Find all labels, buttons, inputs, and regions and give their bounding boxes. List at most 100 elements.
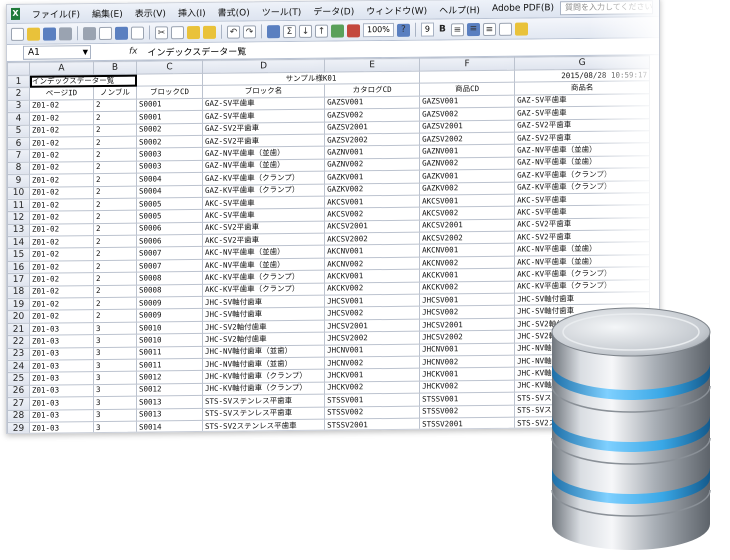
select-all-corner[interactable] xyxy=(7,62,30,76)
cell-catalog-cd[interactable]: AKCNV001 xyxy=(324,244,420,259)
cell-catalog-cd[interactable]: STSSV002 xyxy=(324,405,420,420)
header-block-cd[interactable]: ブロックCD xyxy=(136,85,203,99)
cell-block-cd[interactable]: S0007 xyxy=(136,259,203,273)
help-icon[interactable]: ? xyxy=(396,23,410,37)
cell-nombre[interactable]: 2 xyxy=(93,272,137,286)
row-header[interactable]: 24 xyxy=(7,360,30,373)
header-product-cd[interactable]: 商品CD xyxy=(419,82,515,96)
row-header[interactable]: 5 xyxy=(7,124,30,138)
column-header-b[interactable]: B xyxy=(93,61,137,75)
menu-format[interactable]: 書式(O) xyxy=(212,5,256,18)
menu-data[interactable]: データ(D) xyxy=(307,4,360,18)
cell-page-id[interactable]: Z01-02 xyxy=(29,260,94,274)
function-icon[interactable]: fx xyxy=(129,47,138,57)
cell-catalog-cd[interactable]: GAZKV002 xyxy=(324,182,420,197)
cell-block-cd[interactable]: S0007 xyxy=(136,246,203,260)
cell-catalog-cd[interactable]: GAZSV2001 xyxy=(324,120,420,135)
cell-page-id[interactable]: Z01-03 xyxy=(29,396,94,410)
cell-product-cd[interactable]: GAZNV001 xyxy=(419,144,515,158)
cell-nombre[interactable]: 3 xyxy=(93,359,137,372)
cell-block-cd[interactable]: S0001 xyxy=(136,110,203,124)
cell-page-id[interactable]: Z01-02 xyxy=(29,136,94,150)
cell-block-cd[interactable]: S0003 xyxy=(136,160,203,174)
cell[interactable] xyxy=(419,70,515,84)
cut-icon[interactable]: ✂ xyxy=(155,25,168,39)
cell-catalog-cd[interactable]: JHCSV002 xyxy=(324,306,420,320)
sort-ascending-icon[interactable]: ↓ xyxy=(299,24,312,38)
cell-block-cd[interactable]: S0004 xyxy=(136,184,203,199)
cell-catalog-cd[interactable]: JHCKV002 xyxy=(324,380,420,395)
cell-product-cd[interactable]: AKCSV001 xyxy=(419,194,515,208)
cell-nombre[interactable]: 2 xyxy=(93,148,137,162)
cell-catalog-cd[interactable]: STSSV2001 xyxy=(324,418,420,432)
cell-product-cd[interactable]: JHCSV001 xyxy=(419,293,515,307)
open-folder-icon[interactable] xyxy=(27,27,40,41)
cell-page-id[interactable]: Z01-03 xyxy=(29,334,94,348)
cell-product-cd[interactable]: JHCKV002 xyxy=(419,379,515,394)
cell-page-id[interactable]: Z01-02 xyxy=(29,99,94,113)
row-header[interactable]: 3 xyxy=(7,100,30,113)
copy-icon[interactable] xyxy=(171,25,184,39)
cell-product-cd[interactable]: GAZKV001 xyxy=(419,169,515,183)
cell-block-cd[interactable]: S0013 xyxy=(136,407,203,422)
row-header[interactable]: 14 xyxy=(7,236,30,249)
cell-block-cd[interactable]: S0004 xyxy=(136,172,203,186)
cell-product-cd[interactable]: AKCSV2002 xyxy=(419,231,515,245)
cell-page-id[interactable]: Z01-02 xyxy=(29,173,94,187)
column-header-d[interactable]: D xyxy=(202,59,325,74)
cell[interactable] xyxy=(136,73,203,87)
cell-product-cd[interactable]: JHCNV001 xyxy=(419,342,515,357)
align-left-icon[interactable]: ≡ xyxy=(450,22,464,36)
row-header[interactable]: 2 xyxy=(7,87,30,101)
cell-block-cd[interactable]: S0002 xyxy=(136,123,203,137)
cell-block-cd[interactable]: S0013 xyxy=(136,395,203,409)
cell-nombre[interactable]: 2 xyxy=(93,210,137,224)
cell-page-id[interactable]: Z01-02 xyxy=(29,210,94,224)
cell-product-cd[interactable]: STSSV2002 xyxy=(419,429,515,434)
cell-page-id[interactable]: Z01-03 xyxy=(29,409,94,423)
cell-nombre[interactable]: 2 xyxy=(93,297,137,311)
font-size-select[interactable]: 9 xyxy=(420,22,434,37)
cell-catalog-cd[interactable]: GAZSV001 xyxy=(324,95,420,110)
cell-nombre[interactable]: 2 xyxy=(93,247,137,261)
cell-block-cd[interactable]: S0014 xyxy=(136,432,203,434)
row-header[interactable]: 8 xyxy=(7,161,30,175)
cell-page-id[interactable]: Z01-02 xyxy=(29,111,94,125)
cell-page-id[interactable]: Z01-02 xyxy=(29,124,94,138)
cell-page-id[interactable]: Z01-03 xyxy=(29,347,94,361)
cell-nombre[interactable]: 2 xyxy=(93,98,137,112)
menu-adobe-pdf[interactable]: Adobe PDF(B) xyxy=(486,3,560,14)
cell-product-cd[interactable]: AKCNV001 xyxy=(419,243,515,258)
cell-product-cd[interactable]: AKCSV2001 xyxy=(419,218,515,233)
print-icon[interactable] xyxy=(83,26,96,40)
name-box[interactable]: A1 ▼ xyxy=(23,45,91,60)
menu-view[interactable]: 表示(V) xyxy=(129,6,172,19)
cell-page-id[interactable]: Z01-02 xyxy=(29,248,94,262)
cell-product-cd[interactable]: JHCSV002 xyxy=(419,305,515,319)
cell-page-id[interactable]: Z01-02 xyxy=(29,235,94,249)
row-header[interactable]: 11 xyxy=(7,199,30,212)
row-header[interactable]: 25 xyxy=(7,372,30,386)
cell-nombre[interactable]: 2 xyxy=(93,309,137,323)
cell-catalog-cd[interactable]: AKCNV002 xyxy=(324,257,420,271)
cell-catalog-cd[interactable]: JHCKV001 xyxy=(324,368,420,382)
row-header[interactable]: 7 xyxy=(7,149,30,163)
cell-product-cd[interactable]: AKCKV001 xyxy=(419,268,515,282)
cell-page-id[interactable]: Z01-02 xyxy=(29,198,94,212)
cell-page-id[interactable]: Z01-02 xyxy=(29,148,94,162)
cell-page-id[interactable]: Z01-03 xyxy=(29,322,94,336)
menu-insert[interactable]: 挿入(I) xyxy=(172,5,212,18)
column-header-a[interactable]: A xyxy=(29,61,94,76)
cell-block-cd[interactable]: S0003 xyxy=(136,147,203,161)
new-file-icon[interactable] xyxy=(11,27,24,41)
cell-catalog-cd[interactable]: AKCSV001 xyxy=(324,195,420,209)
cell-product-cd[interactable]: GAZSV001 xyxy=(419,94,515,109)
cell-nombre[interactable]: 2 xyxy=(93,136,137,149)
cell-product-cd[interactable]: AKCNV002 xyxy=(419,256,515,270)
row-header[interactable]: 1 xyxy=(7,75,30,88)
cell-catalog-cd[interactable]: AKCSV002 xyxy=(324,207,420,221)
cell-block-name[interactable]: STS-SV2ステンレス平歯車 xyxy=(202,431,325,434)
cell-nombre[interactable]: 3 xyxy=(93,371,137,385)
cell-catalog-cd[interactable]: GAZSV002 xyxy=(324,108,420,122)
print-preview-icon[interactable] xyxy=(99,26,112,40)
